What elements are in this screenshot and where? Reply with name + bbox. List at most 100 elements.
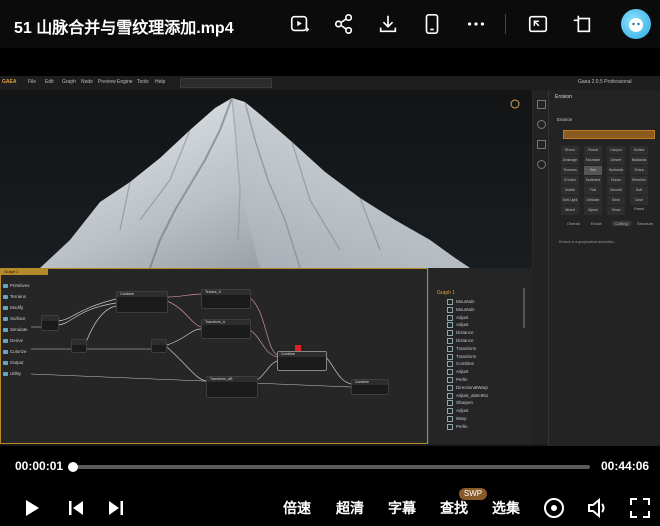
erosion-preset-button[interactable]: Canyon	[607, 146, 625, 155]
outline-item[interactable]: Adjust	[447, 369, 469, 376]
phone-icon[interactable]	[420, 12, 444, 36]
outline-item[interactable]: Distance	[447, 338, 474, 344]
user-avatar[interactable]	[621, 9, 651, 39]
subtitle-button[interactable]: 字幕	[388, 498, 416, 518]
outline-item[interactable]: Transform	[447, 345, 476, 352]
next-button[interactable]	[106, 497, 126, 519]
outline-root[interactable]: Graph 1	[437, 290, 455, 296]
panel-tab[interactable]: Structure	[637, 221, 653, 226]
tool-icon[interactable]	[537, 100, 546, 109]
menu-help[interactable]: Help	[155, 79, 165, 85]
outline-item[interactable]: Transform	[447, 353, 476, 360]
edition-label: Gaea 2.0.5 Professional	[578, 79, 632, 85]
outline-item[interactable]: Warp	[447, 416, 467, 422]
outline-item[interactable]: Mountain	[447, 306, 475, 313]
fullscreen-button[interactable]	[628, 496, 652, 520]
graph-node[interactable]: Transform_A	[201, 319, 251, 339]
node-name-field[interactable]	[563, 130, 655, 139]
graph-node[interactable]	[41, 315, 59, 331]
erosion-preset-button[interactable]: Soft Light	[561, 196, 579, 205]
erosion-preset-button[interactable]: Dunes	[607, 176, 625, 185]
outline-item[interactable]: Perlin	[447, 377, 468, 383]
picture-in-picture-icon[interactable]	[526, 12, 550, 36]
progress-bar[interactable]	[72, 465, 590, 469]
focus-button[interactable]	[542, 496, 566, 520]
erosion-preset-button[interactable]: Mountain	[584, 156, 602, 165]
outline-item[interactable]: Mountain	[447, 299, 475, 305]
outline-item[interactable]: Perlin	[447, 423, 468, 430]
erosion-preset-button[interactable]: Hydraulic	[607, 166, 625, 175]
tool-icon[interactable]	[537, 120, 546, 129]
graph-node[interactable]: Transform_AB	[206, 376, 258, 398]
episodes-button[interactable]: 选集	[492, 498, 520, 518]
erosion-preset-button[interactable]: Soft	[630, 186, 648, 195]
outline-item[interactable]: Sharpen	[447, 400, 473, 407]
erosion-preset-button[interactable]: Wet	[584, 166, 602, 175]
erosion-preset-button[interactable]: Sand Smooth	[607, 196, 625, 211]
erosion-preset-button[interactable]: Smooth	[607, 186, 625, 195]
exit-fullscreen-icon[interactable]	[570, 12, 594, 36]
graph-node[interactable]	[71, 339, 87, 353]
erosion-preset-button[interactable]: Sediment	[584, 176, 602, 185]
download-icon[interactable]	[376, 12, 400, 36]
outline-item[interactable]: Distance	[447, 330, 474, 337]
scrollbar[interactable]	[523, 288, 525, 328]
outline-item[interactable]: Adjust	[447, 314, 469, 321]
tool-icon[interactable]	[537, 140, 546, 149]
erosion-preset-button[interactable]: Snow	[607, 206, 625, 215]
outline-item[interactable]: Adjust_ab8c961	[447, 392, 488, 399]
erosion-preset-button[interactable]: Alpine	[584, 206, 602, 215]
graph-node[interactable]: Terrace_A	[201, 289, 251, 309]
panel-tab[interactable]: Overall	[567, 221, 580, 226]
menu-edit[interactable]: Edit	[45, 79, 54, 85]
node-icon	[447, 384, 453, 391]
document-tab[interactable]	[180, 78, 272, 88]
graph-node[interactable]: Combine	[351, 379, 389, 395]
erosion-preset-button[interactable]: Cave Forest	[630, 196, 648, 211]
menu-preview[interactable]: Preview	[98, 79, 116, 85]
volume-button[interactable]	[586, 496, 610, 520]
erosion-preset-button[interactable]: Drainage	[561, 156, 579, 165]
menu-node[interactable]: Node	[81, 79, 93, 85]
previous-button[interactable]	[66, 497, 86, 519]
cursor-marker	[295, 345, 301, 351]
menu-graph[interactable]: Graph	[62, 79, 76, 85]
search-button[interactable]: 查找	[440, 498, 468, 518]
quality-button[interactable]: 超清	[336, 498, 364, 518]
share-icon[interactable]	[332, 12, 356, 36]
erosion-preset-button[interactable]: Desert	[607, 156, 625, 165]
outline-item[interactable]: Adjust	[447, 322, 469, 329]
more-icon[interactable]	[464, 12, 488, 36]
erosion-preset-button[interactable]: Delicate	[584, 196, 602, 205]
speed-button[interactable]: 倍速	[283, 498, 311, 518]
graph-node[interactable]: Combine	[277, 351, 327, 371]
outline-item[interactable]: Adjust	[447, 408, 469, 415]
erosion-preset-button[interactable]: Terraces	[561, 166, 579, 175]
node-graph-panel[interactable]: Graph 1 Primitives Terrains Modify Surface S…	[0, 268, 428, 444]
menu-file[interactable]: File	[28, 79, 36, 85]
erosion-preset-button[interactable]: Rivers	[561, 146, 579, 155]
tool-icon[interactable]	[537, 160, 546, 169]
outline-item[interactable]: Combine	[447, 361, 474, 368]
erosion-preset-button[interactable]: Eroded	[561, 176, 579, 185]
outline-item[interactable]: DirectionalWarp	[447, 384, 488, 391]
erosion-preset-button[interactable]: Mixed	[561, 206, 579, 215]
erosion-preset-button[interactable]: Fluvial	[584, 146, 602, 155]
video-frame[interactable]: GAEA File Edit Graph Node Preview Engine…	[0, 76, 660, 446]
erosion-preset-button[interactable]: Subtle	[561, 186, 579, 195]
panel-tab[interactable]: Cutting	[612, 221, 631, 226]
play-collection-icon[interactable]	[288, 12, 312, 36]
3d-viewport[interactable]	[0, 90, 532, 268]
erosion-preset-button[interactable]: Gullies	[630, 146, 648, 155]
erosion-preset-button[interactable]: Flat	[584, 186, 602, 195]
graph-node[interactable]: Combine	[116, 291, 168, 313]
menu-engine[interactable]: Engine	[117, 79, 133, 85]
panel-tab[interactable]: Erode	[591, 221, 602, 226]
menu-tools[interactable]: Tools	[137, 79, 149, 85]
play-button[interactable]	[22, 497, 42, 519]
graph-node[interactable]	[151, 339, 167, 353]
erosion-preset-button[interactable]: Badlands	[630, 156, 648, 165]
erosion-preset-button[interactable]: Bevelled	[630, 176, 648, 185]
erosion-preset-button[interactable]: Sharp	[630, 166, 648, 175]
progress-knob[interactable]	[68, 462, 78, 472]
